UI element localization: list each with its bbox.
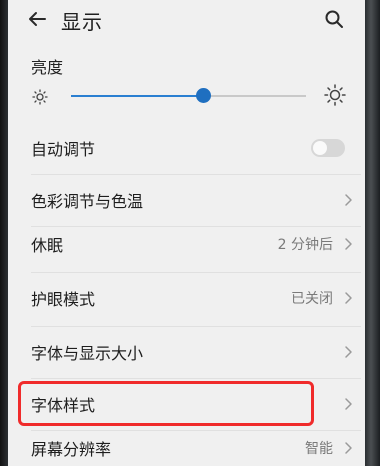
auto-adjust-toggle[interactable] bbox=[311, 139, 345, 157]
sleep-label: 休眠 bbox=[31, 236, 64, 255]
eye-care-value: 已关闭 bbox=[291, 291, 333, 307]
row-auto-adjust[interactable]: 自动调节 bbox=[8, 122, 365, 174]
row-sleep[interactable]: 休眠 2 分钟后 bbox=[8, 218, 365, 270]
auto-adjust-label: 自动调节 bbox=[31, 140, 96, 159]
search-icon bbox=[325, 10, 343, 28]
row-screen-resolution[interactable]: 屏幕分辨率 智能 bbox=[8, 422, 365, 466]
font-style-label: 字体样式 bbox=[31, 396, 96, 415]
chevron-right-icon bbox=[345, 442, 352, 454]
chevron-right-icon bbox=[345, 346, 352, 358]
row-font-display-size[interactable]: 字体与显示大小 bbox=[8, 326, 365, 378]
settings-screen: 显示 亮度 自动调节 色彩调节与色温 休眠 2 分钟后 护眼模式 已关闭 字体与… bbox=[8, 0, 365, 466]
app-header: 显示 bbox=[8, 0, 365, 38]
chevron-right-icon bbox=[345, 292, 352, 304]
search-button[interactable] bbox=[320, 6, 348, 32]
resolution-label: 屏幕分辨率 bbox=[31, 440, 112, 459]
slider-thumb[interactable] bbox=[196, 88, 211, 103]
sun-small-icon bbox=[32, 89, 48, 105]
resolution-value: 智能 bbox=[305, 441, 333, 457]
color-temp-label: 色彩调节与色温 bbox=[31, 192, 144, 211]
device-bezel-right bbox=[365, 0, 380, 466]
slider-fill bbox=[71, 95, 203, 97]
brightness-slider[interactable] bbox=[71, 80, 306, 112]
brightness-row bbox=[8, 80, 365, 112]
font-display-size-label: 字体与显示大小 bbox=[31, 344, 144, 363]
page-title: 显示 bbox=[61, 10, 103, 34]
toggle-knob bbox=[313, 141, 327, 155]
chevron-right-icon bbox=[345, 238, 352, 250]
sleep-value: 2 分钟后 bbox=[277, 237, 333, 253]
back-button[interactable] bbox=[22, 6, 52, 32]
row-eye-care[interactable]: 护眼模式 已关闭 bbox=[8, 272, 365, 324]
chevron-right-icon bbox=[345, 194, 352, 206]
chevron-right-icon bbox=[345, 398, 352, 410]
brightness-label: 亮度 bbox=[31, 58, 64, 77]
arrow-left-icon bbox=[29, 12, 46, 26]
sun-large-icon bbox=[324, 84, 346, 106]
device-bezel-left bbox=[0, 0, 8, 466]
eye-care-label: 护眼模式 bbox=[31, 290, 96, 309]
